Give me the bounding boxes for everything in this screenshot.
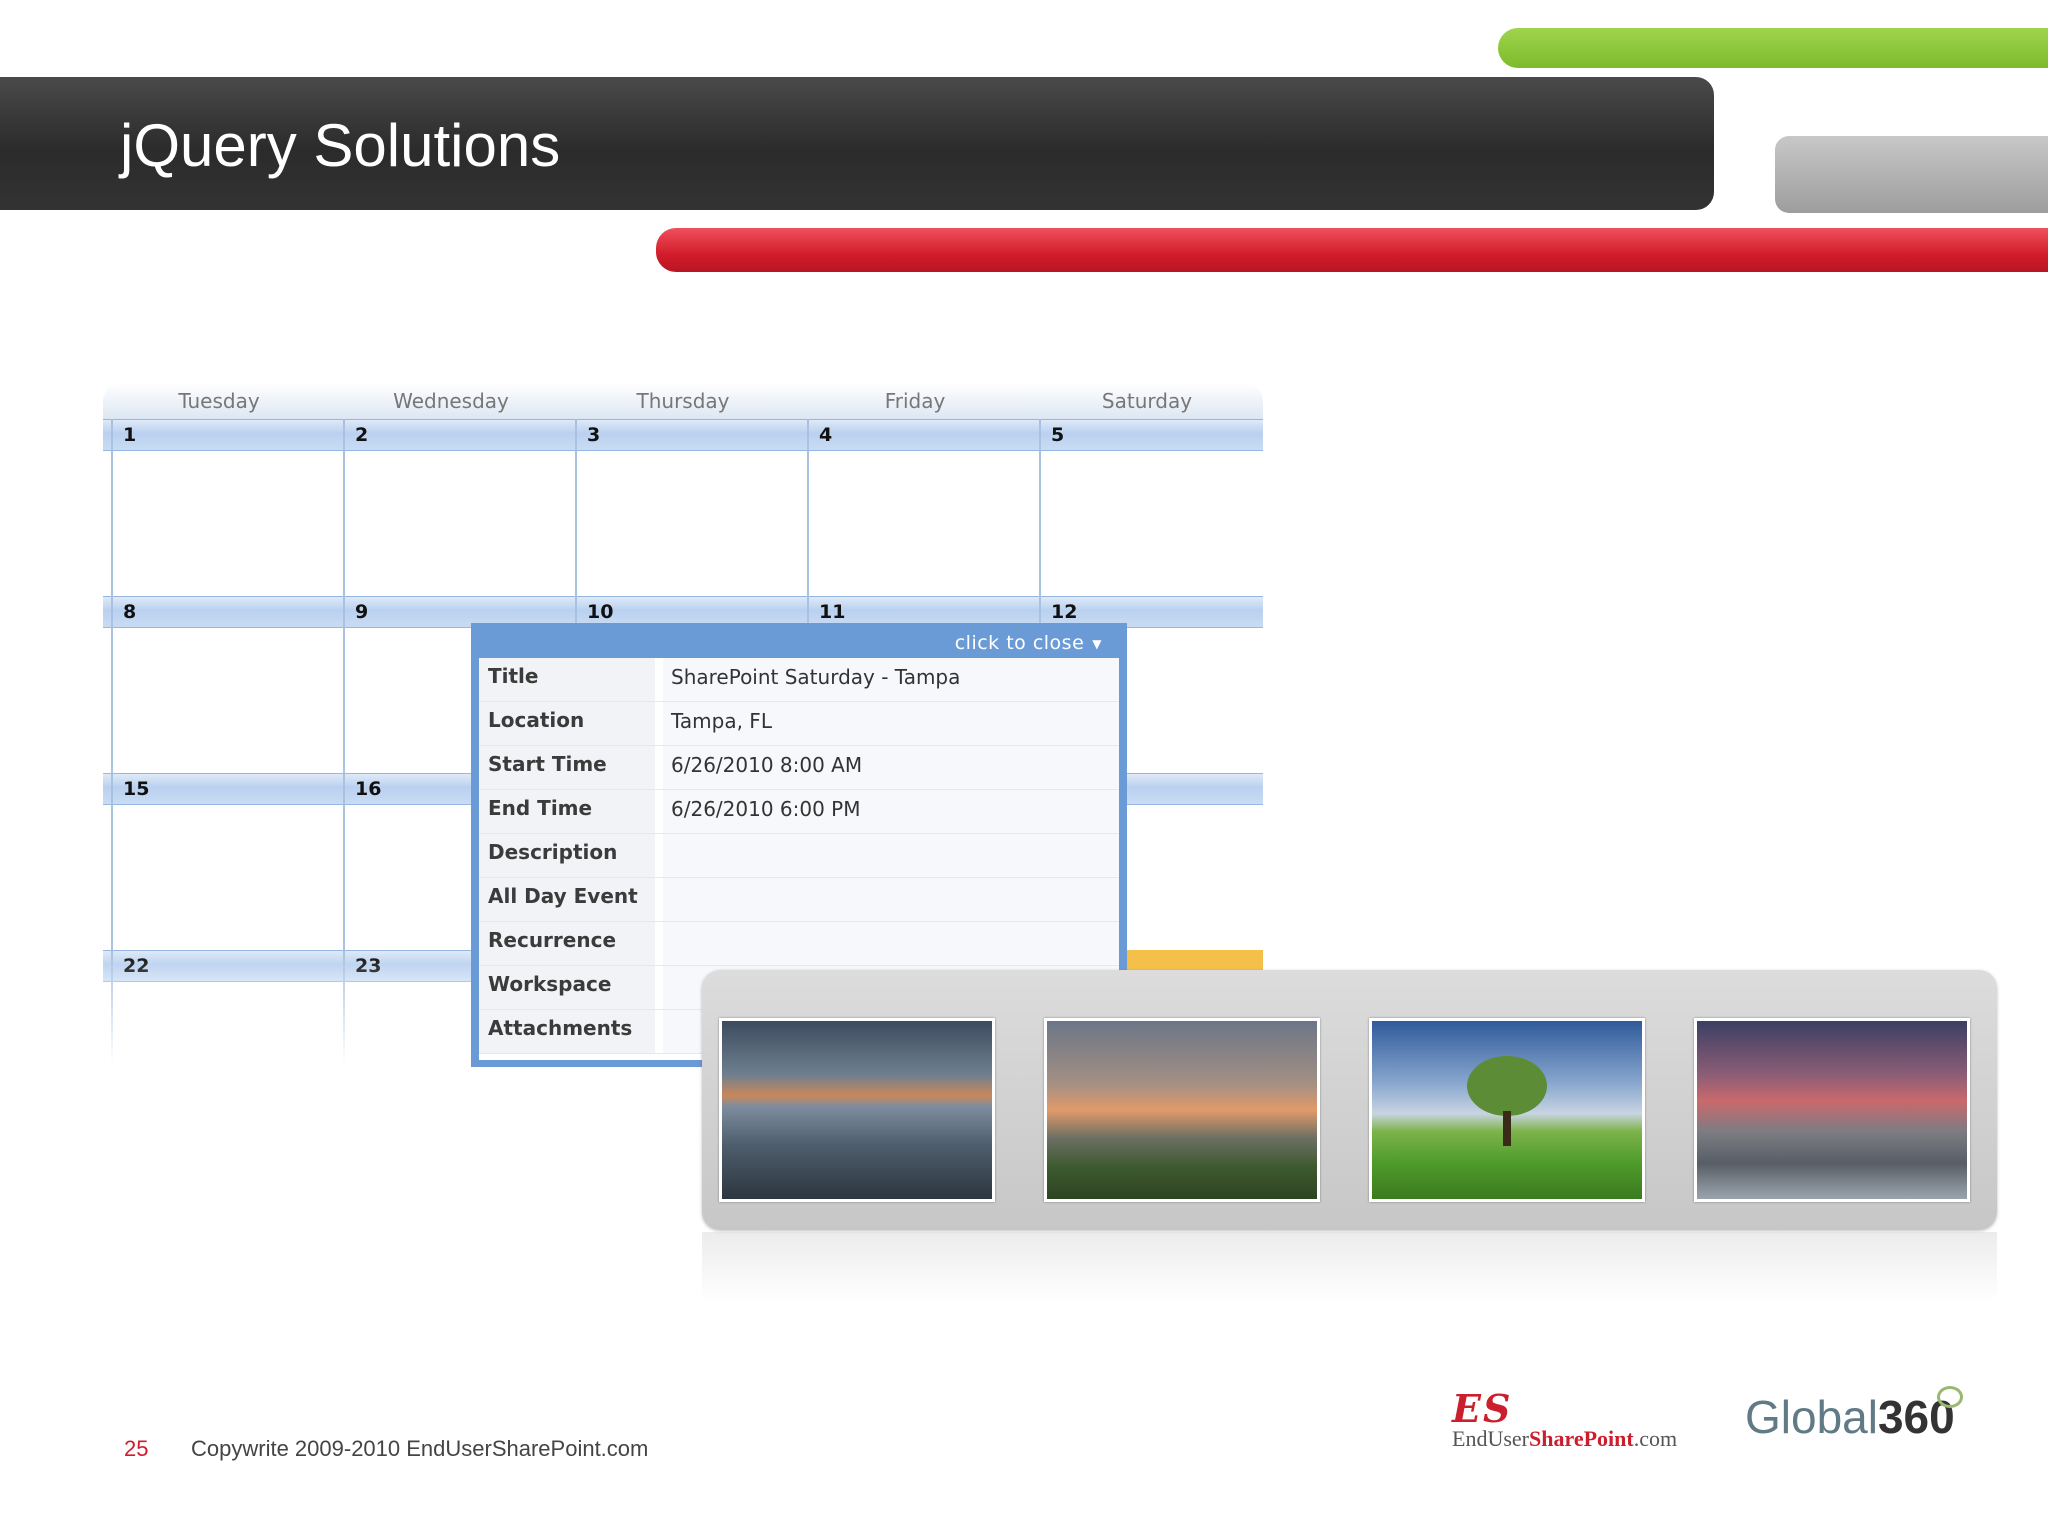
detail-row: All Day Event <box>479 878 1119 922</box>
detail-row: End Time 6/26/2010 6:00 PM <box>479 790 1119 834</box>
global360-text: Global360 <box>1745 1390 1955 1444</box>
grid-line <box>111 773 113 950</box>
date-strip: 1 2 3 4 5 <box>103 419 1263 451</box>
date-cell[interactable]: 9 <box>355 601 368 623</box>
date-cell[interactable]: 12 <box>1051 601 1077 623</box>
detail-value <box>663 878 1119 921</box>
close-popup-link[interactable]: click to close ▼ <box>955 632 1102 654</box>
calendar-week: 1 2 3 4 5 <box>103 419 1263 596</box>
detail-value: SharePoint Saturday - Tampa <box>663 658 1119 701</box>
close-label: click to close <box>954 632 1085 654</box>
detail-value: Tampa, FL <box>663 702 1119 745</box>
gallery-reflection <box>702 1232 1997 1302</box>
thumbnail-lake-at-dusk[interactable] <box>719 1018 995 1202</box>
grid-line <box>1039 419 1041 596</box>
es-mark: ES <box>1452 1386 1513 1431</box>
title-bar: jQuery Solutions <box>0 77 1714 210</box>
detail-label: Start Time <box>479 746 655 789</box>
gray-accent-bar <box>1775 136 2048 213</box>
detail-row: Recurrence <box>479 922 1119 966</box>
date-cell[interactable]: 1 <box>123 424 136 446</box>
detail-row: Description <box>479 834 1119 878</box>
detail-label: All Day Event <box>479 878 655 921</box>
detail-label: End Time <box>479 790 655 833</box>
grid-line <box>111 419 113 596</box>
day-name-saturday: Saturday <box>1101 389 1193 413</box>
green-accent-bar <box>1498 28 2048 68</box>
chevron-down-icon: ▼ <box>1092 636 1102 651</box>
date-cell[interactable]: 10 <box>587 601 613 623</box>
detail-value: 6/26/2010 8:00 AM <box>663 746 1119 789</box>
day-name-thursday: Thursday <box>636 389 730 413</box>
detail-label: Workspace <box>479 966 655 1009</box>
grid-line <box>343 596 345 773</box>
date-cell[interactable]: 2 <box>355 424 368 446</box>
thumbnail-tree-in-green-field[interactable] <box>1369 1018 1645 1202</box>
grid-line <box>111 596 113 773</box>
es-logo-text-part: EndUser <box>1452 1426 1529 1451</box>
tree-trunk <box>1503 1111 1511 1146</box>
tree-icon <box>1467 1056 1547 1116</box>
detail-row: Location Tampa, FL <box>479 702 1119 746</box>
es-logo-text: EndUserSharePoint.com <box>1452 1426 1677 1452</box>
date-cell[interactable]: 8 <box>123 601 136 623</box>
date-cell[interactable]: 16 <box>355 778 381 800</box>
day-name-wednesday: Wednesday <box>393 389 509 413</box>
globe-icon <box>1937 1386 1963 1408</box>
detail-value <box>663 922 1119 965</box>
thumbnail-rocky-shore-at-dusk[interactable] <box>1694 1018 1970 1202</box>
page-number: 25 <box>124 1436 149 1461</box>
copyright-text: Copywrite 2009-2010 EndUserSharePoint.co… <box>191 1436 649 1461</box>
grid-line <box>575 419 577 596</box>
grid-line <box>807 419 809 596</box>
enduser-sharepoint-logo: ES EndUserSharePoint.com <box>1452 1386 1692 1456</box>
date-cell[interactable]: 15 <box>123 778 149 800</box>
slide-title: jQuery Solutions <box>120 112 561 179</box>
detail-row: Start Time 6/26/2010 8:00 AM <box>479 746 1119 790</box>
detail-label: Description <box>479 834 655 877</box>
detail-value: 6/26/2010 6:00 PM <box>663 790 1119 833</box>
detail-value <box>663 834 1119 877</box>
photo-gallery-strip <box>702 970 1997 1230</box>
detail-label: Recurrence <box>479 922 655 965</box>
date-cell[interactable]: 4 <box>819 424 832 446</box>
es-logo-text-part: .com <box>1633 1426 1678 1451</box>
day-name-tuesday: Tuesday <box>178 389 260 413</box>
red-accent-bar <box>656 228 2048 272</box>
detail-label: Location <box>479 702 655 745</box>
date-cell[interactable]: 5 <box>1051 424 1064 446</box>
grid-line <box>343 773 345 950</box>
grid-line <box>343 419 345 596</box>
thumbnail-dead-tree-at-sunset[interactable] <box>1044 1018 1320 1202</box>
calendar-header: Tuesday Wednesday Thursday Friday Saturd… <box>103 383 1263 419</box>
global360-logo: Global360 <box>1745 1386 1975 1456</box>
detail-label: Title <box>479 658 655 701</box>
global360-text-part: Global <box>1745 1391 1878 1443</box>
date-cell[interactable]: 11 <box>819 601 845 623</box>
day-name-friday: Friday <box>884 389 946 413</box>
detail-row: Title SharePoint Saturday - Tampa <box>479 658 1119 702</box>
es-logo-text-part: SharePoint <box>1528 1426 1634 1451</box>
date-cell[interactable]: 3 <box>587 424 600 446</box>
detail-label: Attachments <box>479 1010 655 1053</box>
